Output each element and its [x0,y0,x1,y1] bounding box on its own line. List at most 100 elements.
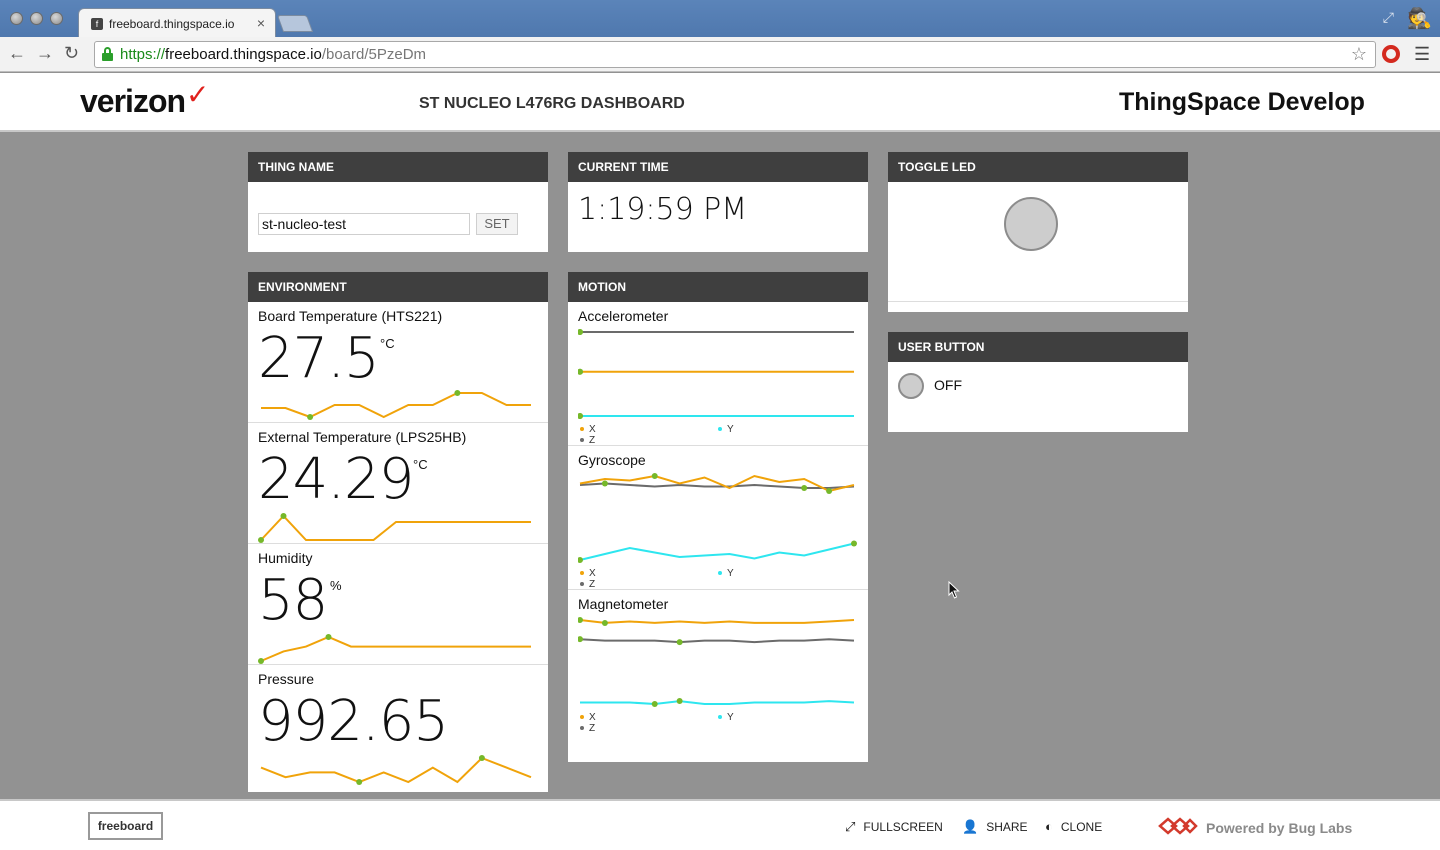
current-time-pane: CURRENT TIME 1:19:59 PM [568,152,868,252]
back-icon[interactable]: ← [8,43,26,64]
chart-accelerometer: Accelerometer X Y Z [568,302,868,446]
thing-name-input[interactable] [258,213,470,235]
footer-bar: freeboard ⤢ FULLSCREEN 👤 SHARE ◐ CLONE Powe… [0,799,1440,850]
series-z-marker [578,329,583,335]
sensor-humidity: Humidity 58 % [248,544,548,665]
browser-tab[interactable]: f freeboard.thingspace.io × [78,8,276,38]
spark-marker [454,390,461,396]
series-y-marker [578,557,583,563]
spark-marker [280,513,287,519]
new-tab-button[interactable] [276,15,314,32]
fullscreen-link[interactable]: ⤢ FULLSCREEN [845,819,943,835]
fullscreen-toggle-icon[interactable]: ⤢ [1383,9,1394,26]
spark-marker [356,779,363,785]
motion-chart [578,473,857,563]
sensor-external-temperature: External Temperature (LPS25HB) 24.29 °C [248,423,548,544]
legend-y: Y [718,568,734,579]
series-y-marker [676,698,683,705]
forward-icon[interactable]: → [36,43,54,64]
series-y-line [580,700,855,706]
chart-gyroscope: Gyroscope X Y Z [568,446,868,590]
sparkline [261,390,531,420]
address-bar[interactable]: https://freeboard.thingspace.io/board/5P… [94,41,1376,68]
legend-y: Y [718,712,734,723]
sensor-value: 58 [258,568,328,633]
user-icon: 👤 [962,819,979,834]
url-text[interactable]: https://freeboard.thingspace.io/board/5P… [120,46,426,63]
spark-marker [478,755,485,761]
motion-chart [578,329,854,419]
series-x-line [579,619,855,624]
motion-chart [578,617,855,707]
opera-extension-icon[interactable] [1382,45,1400,63]
pane-title: MOTION [568,272,868,302]
spark-marker [258,658,264,664]
user-button-state: OFF [934,377,962,393]
chart-label: Accelerometer [578,308,669,324]
dashboard-title: ST NUCLEO L476RG DASHBOARD [419,95,685,112]
legend-z: Z [580,579,595,590]
sparkline [260,755,532,785]
pane-title: ENVIRONMENT [248,272,548,302]
series-x-marker [601,619,608,626]
clone-link[interactable]: ◐ CLONE [1045,819,1102,834]
spark-line [260,756,532,784]
motion-pane: MOTION Accelerometer X Y Z Gyroscope X Y… [568,272,868,762]
spark-line [261,392,531,419]
reload-icon[interactable]: ↻ [64,43,79,64]
series-x-marker [578,617,583,623]
legend-x: X [580,568,596,579]
zoom-window-button[interactable] [50,12,63,25]
pane-title: TOGGLE LED [888,152,1188,182]
series-z-marker [676,639,683,646]
series-z-marker [578,636,583,643]
spark-line [260,514,531,541]
sensor-unit: °C [413,457,428,472]
bug-labs-logo-icon [1158,817,1198,835]
incognito-icon: 🕵 [1407,8,1432,30]
legend-z: Z [580,435,595,446]
series-y-marker [651,701,658,707]
chart-label: Gyroscope [578,452,646,468]
led-toggle-button[interactable] [1004,197,1058,251]
bookmark-star-icon[interactable]: ☆ [1351,44,1367,65]
share-link[interactable]: 👤 SHARE [962,819,1028,835]
sensor-value: 24.29 [258,447,414,512]
favicon-icon: f [91,18,103,30]
tab-close-icon[interactable]: × [257,15,265,31]
mouse-cursor-icon [948,581,960,599]
chart-magnetometer: Magnetometer X Y Z [568,590,868,762]
menu-icon[interactable]: ☰ [1414,44,1430,65]
pane-title: THING NAME [248,152,548,182]
sparkline [258,513,531,543]
sensor-label: Pressure [258,671,315,687]
series-x-marker [826,488,833,494]
freeboard-button[interactable]: freeboard [88,812,163,840]
sensor-pressure: Pressure 992.65 [248,665,548,793]
expand-icon: ⤢ [845,819,856,834]
chart-label: Magnetometer [578,596,669,612]
spark-marker [325,634,332,640]
series-x-marker [651,473,658,479]
powered-by-text: Powered by Bug Labs [1206,820,1353,836]
sensor-unit: °C [380,336,395,351]
environment-pane: ENVIRONMENT Board Temperature (HTS221) 2… [248,272,548,792]
legend-y: Y [718,424,734,435]
set-button[interactable]: SET [476,213,518,235]
legend-x: X [580,712,596,723]
browser-tab-bar: f freeboard.thingspace.io × ⤢ 🕵 [0,0,1440,38]
browser-toolbar: ← → ↻ https://freeboard.thingspace.io/bo… [0,37,1440,72]
sensor-label: External Temperature (LPS25HB) [258,429,467,445]
close-window-button[interactable] [10,12,23,25]
sensor-value: 992.65 [258,689,449,754]
minimize-window-button[interactable] [30,12,43,25]
pane-title: CURRENT TIME [568,152,868,182]
user-button-pane: USER BUTTON OFF [888,332,1188,432]
series-z-line [579,638,855,644]
clock-value: 1:19:59 PM [578,192,748,227]
series-y-marker [578,413,583,419]
sensor-value: 27.5 [258,326,380,391]
sparkline [258,634,531,664]
sensor-label: Board Temperature (HTS221) [258,308,443,324]
legend-x: X [580,424,596,435]
